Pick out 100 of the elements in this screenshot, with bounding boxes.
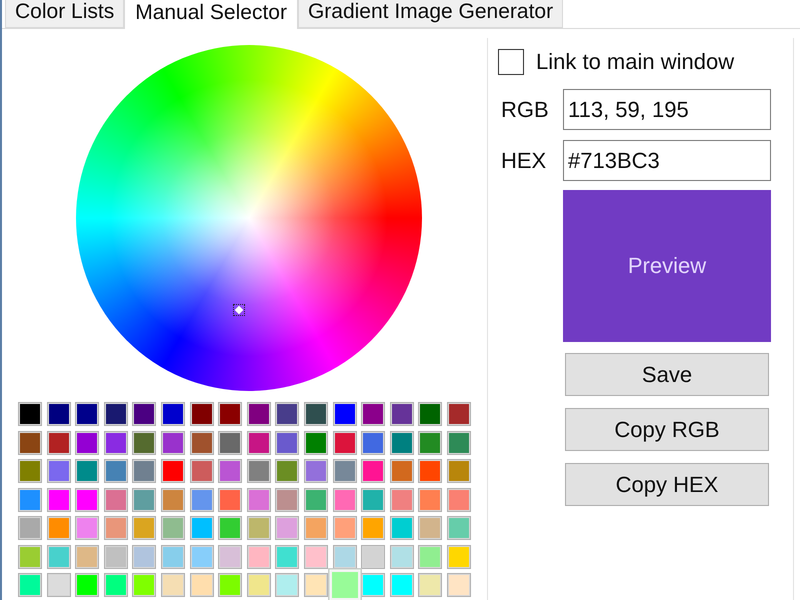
color-swatch[interactable] <box>275 402 300 426</box>
action-button[interactable]: Copy HEX <box>565 463 769 506</box>
color-swatch[interactable] <box>332 516 357 540</box>
color-swatch[interactable] <box>46 430 71 454</box>
color-swatch[interactable] <box>132 544 156 568</box>
color-swatch[interactable] <box>390 402 414 426</box>
color-swatch[interactable] <box>132 430 156 454</box>
color-swatch[interactable] <box>332 402 357 426</box>
color-swatch[interactable] <box>46 459 71 483</box>
color-swatch[interactable] <box>246 573 271 597</box>
color-swatch[interactable] <box>75 573 100 597</box>
color-swatch[interactable] <box>75 516 100 540</box>
tab[interactable]: Gradient Image Generator <box>298 0 564 28</box>
tab[interactable]: Color Lists <box>5 0 124 28</box>
color-swatch[interactable] <box>104 459 128 483</box>
color-swatch[interactable] <box>418 402 442 426</box>
color-swatch[interactable] <box>390 516 414 540</box>
color-swatch[interactable] <box>190 488 214 512</box>
color-swatch[interactable] <box>418 430 442 454</box>
color-swatch[interactable] <box>218 516 242 540</box>
color-swatch[interactable] <box>390 544 414 568</box>
color-swatch[interactable] <box>18 402 42 426</box>
color-swatch[interactable] <box>275 488 300 512</box>
color-swatch[interactable] <box>46 573 71 597</box>
color-swatch[interactable] <box>418 488 442 512</box>
color-swatch[interactable] <box>132 459 156 483</box>
color-swatch[interactable] <box>418 459 442 483</box>
color-swatch[interactable] <box>390 459 414 483</box>
color-swatch[interactable] <box>218 544 242 568</box>
color-swatch[interactable] <box>418 544 442 568</box>
color-swatch[interactable] <box>361 430 386 454</box>
color-swatch[interactable] <box>246 430 271 454</box>
color-swatch[interactable] <box>361 516 386 540</box>
color-swatch[interactable] <box>18 430 42 454</box>
color-swatch[interactable] <box>160 516 185 540</box>
color-swatch[interactable] <box>75 544 100 568</box>
rgb-field[interactable]: 113, 59, 195 <box>563 89 771 130</box>
color-swatch[interactable] <box>218 488 242 512</box>
color-swatch[interactable] <box>275 459 300 483</box>
color-swatch[interactable] <box>75 488 100 512</box>
picker-handle[interactable] <box>233 304 246 316</box>
color-swatch[interactable] <box>275 573 300 597</box>
color-swatch[interactable] <box>275 430 300 454</box>
color-swatch[interactable] <box>18 573 42 597</box>
color-swatch[interactable] <box>160 573 185 597</box>
color-swatch[interactable] <box>275 516 300 540</box>
color-swatch[interactable] <box>132 488 156 512</box>
color-swatch[interactable] <box>218 430 242 454</box>
color-swatch[interactable] <box>18 544 42 568</box>
color-swatch[interactable] <box>246 402 271 426</box>
color-swatch[interactable] <box>246 516 271 540</box>
color-swatch[interactable] <box>75 402 100 426</box>
color-swatch[interactable] <box>446 516 471 540</box>
color-swatch[interactable] <box>304 516 328 540</box>
color-swatch[interactable] <box>218 573 242 597</box>
color-swatch[interactable] <box>104 402 128 426</box>
action-button[interactable]: Save <box>565 353 769 396</box>
color-swatch[interactable] <box>361 459 386 483</box>
color-swatch[interactable] <box>361 544 386 568</box>
color-swatch[interactable] <box>104 573 128 597</box>
color-swatch[interactable] <box>246 488 271 512</box>
color-swatch[interactable] <box>332 488 357 512</box>
color-swatch[interactable] <box>132 516 156 540</box>
color-swatch[interactable] <box>160 544 185 568</box>
color-swatch[interactable] <box>18 488 42 512</box>
color-swatch[interactable] <box>190 516 214 540</box>
color-swatch[interactable] <box>132 573 156 597</box>
color-swatch[interactable] <box>18 459 42 483</box>
color-swatch[interactable] <box>304 402 328 426</box>
color-swatch[interactable] <box>390 488 414 512</box>
color-swatch[interactable] <box>390 430 414 454</box>
tab[interactable]: Manual Selector <box>124 0 298 29</box>
color-swatch[interactable] <box>75 430 100 454</box>
color-swatch[interactable] <box>104 488 128 512</box>
color-swatch[interactable] <box>390 573 414 597</box>
color-swatch[interactable] <box>304 430 328 454</box>
color-swatch[interactable] <box>104 544 128 568</box>
color-swatch[interactable] <box>104 516 128 540</box>
color-swatch[interactable] <box>332 544 357 568</box>
color-swatch[interactable] <box>160 430 185 454</box>
color-swatch[interactable] <box>361 488 386 512</box>
color-swatch[interactable] <box>275 544 300 568</box>
color-swatch[interactable] <box>246 459 271 483</box>
color-swatch[interactable] <box>46 402 71 426</box>
color-swatch[interactable] <box>446 402 471 426</box>
color-swatch[interactable] <box>132 402 156 426</box>
color-swatch[interactable] <box>446 488 471 512</box>
color-swatch[interactable] <box>160 402 185 426</box>
color-swatch[interactable] <box>75 459 100 483</box>
color-swatch[interactable] <box>190 402 214 426</box>
color-swatch[interactable] <box>46 516 71 540</box>
checkbox[interactable] <box>498 49 524 75</box>
color-swatch[interactable] <box>18 516 42 540</box>
color-swatch[interactable] <box>446 573 471 597</box>
action-button[interactable]: Copy RGB <box>565 408 769 451</box>
color-swatch[interactable] <box>418 573 442 597</box>
color-swatch[interactable] <box>160 459 185 483</box>
color-swatch[interactable] <box>246 544 271 568</box>
color-swatch[interactable] <box>332 430 357 454</box>
color-swatch[interactable] <box>304 573 328 597</box>
